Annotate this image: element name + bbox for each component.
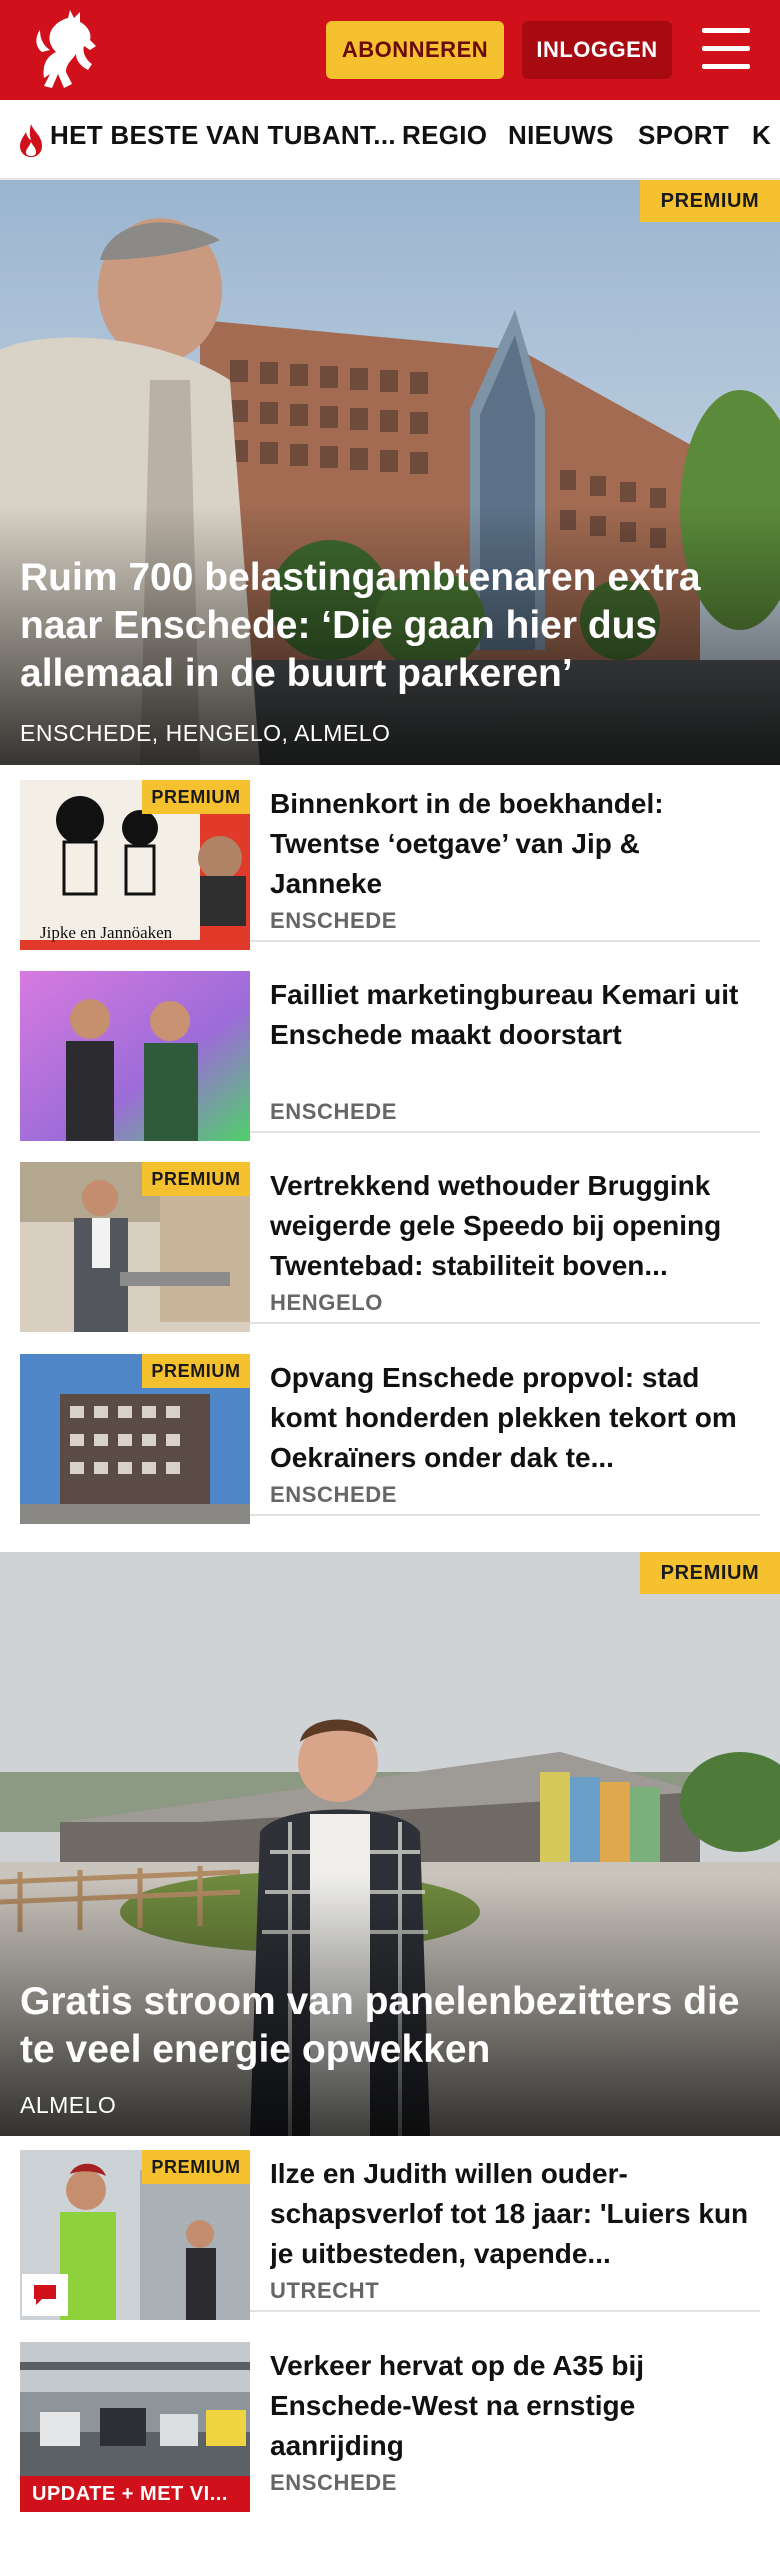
article-title[interactable]: Failliet marketingbureau Kemari uit Ensc… [270,975,750,1055]
hero-article[interactable]: PREMIUM Ruim 700 belastingambtenaren ext… [0,180,780,765]
nav-item-sport[interactable]: SPORT [638,120,729,151]
article-title[interactable]: Opvang Enschede propvol: stad komt honde… [270,1358,750,1478]
list-item[interactable]: PREMIUM Ilze en Judith willen ouder-scha… [20,2136,760,2320]
thumb-caption: Jipke en Jannöaken [40,923,173,942]
hero-title[interactable]: Gratis stroom van panelenbezitters die t… [20,1978,760,2074]
premium-badge: PREMIUM [142,1354,250,1388]
hero-title[interactable]: Ruim 700 belastingambtenaren extra naar … [20,554,760,698]
list-item[interactable]: Jipke en Jannöaken PREMIUM Binnenkort in… [20,766,760,950]
list-item[interactable]: UPDATE + MET VI... Verkeer hervat op de … [20,2328,760,2512]
site-header: ABONNEREN INLOGGEN [0,0,780,100]
list-item[interactable]: Failliet marketingbureau Kemari uit Ensc… [20,957,760,1141]
article-location-tag: ENSCHEDE [270,1482,398,1507]
list-item[interactable]: PREMIUM Opvang Enschede propvol: stad ko… [20,1340,760,1524]
hero-article[interactable]: PREMIUM Gratis stroom van panelenbezitte… [0,1552,780,2136]
article-title[interactable]: Binnenkort in de boekhandel: Twentse ‘oe… [270,784,750,904]
article-location-tag: HENGELO [270,1290,383,1315]
nav-item-het-beste-van-tubantia[interactable]: HET BESTE VAN TUBANT... [50,120,396,151]
nav-item-nieuws[interactable]: NIEUWS [508,120,614,151]
article-location-tag: UTRECHT [270,2278,380,2303]
subscribe-button[interactable]: ABONNEREN [326,21,504,79]
article-location-tag: ENSCHEDE [270,2470,398,2495]
premium-badge: PREMIUM [142,1162,250,1196]
article-location-tag: ENSCHEDE [270,1099,398,1124]
article-title[interactable]: Verkeer hervat op de A35 bij Enschede-We… [270,2346,750,2466]
tubantia-horse-logo-icon[interactable] [32,8,106,92]
hamburger-menu-icon[interactable] [700,26,754,72]
premium-badge: PREMIUM [142,780,250,814]
nav-item-regio[interactable]: REGIO [402,120,487,151]
premium-badge: PREMIUM [640,1552,780,1594]
article-title[interactable]: Vertrekkend wethouder Bruggink weigerde … [270,1166,750,1286]
hero-location-tag: ALMELO [20,2092,117,2118]
premium-badge: PREMIUM [640,180,780,222]
article-title[interactable]: Ilze en Judith willen ouder-schapsverlof… [270,2154,750,2274]
flame-icon [16,122,46,158]
premium-badge: PREMIUM [142,2150,250,2184]
update-video-badge: UPDATE + MET VI... [20,2476,250,2512]
article-thumbnail [20,971,250,1141]
nav-item-partial[interactable]: K [752,120,771,151]
section-nav: HET BESTE VAN TUBANT... REGIO NIEUWS SPO… [0,100,780,180]
article-location-tag: ENSCHEDE [270,908,398,933]
login-button[interactable]: INLOGGEN [522,21,672,79]
list-item[interactable]: PREMIUM Vertrekkend wethouder Bruggink w… [20,1148,760,1332]
hero-location-tag: ENSCHEDE, HENGELO, ALMELO [20,720,391,746]
comment-icon [22,2274,68,2316]
